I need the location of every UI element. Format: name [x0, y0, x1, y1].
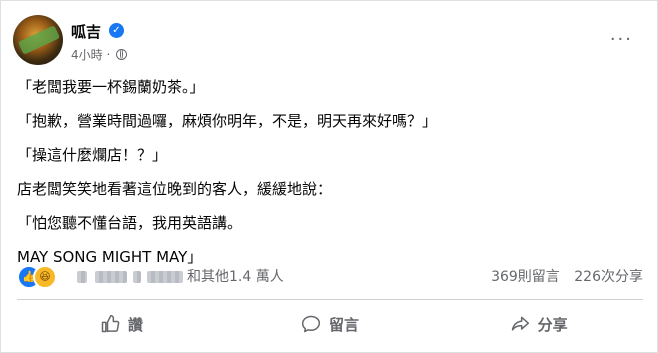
- divider: [17, 299, 643, 300]
- like-label: 讚: [127, 315, 143, 334]
- post-line: 「抱歉，營業時間過囉，麻煩你明年，不是，明天再來好嗎？」: [17, 112, 438, 130]
- post-body: 「老闆我要一杯錫蘭奶茶。」 「抱歉，營業時間過囉，麻煩你明年，不是，明天再來好嗎…: [17, 77, 637, 281]
- verified-badge-icon: ✓: [109, 23, 124, 38]
- comment-button[interactable]: 留言: [226, 305, 435, 343]
- avatar-decoration: [17, 25, 61, 55]
- action-bar: 讚 留言 分享: [17, 305, 643, 343]
- comment-icon: [301, 315, 321, 333]
- author-name[interactable]: 呱吉: [71, 21, 101, 42]
- blurred-reactor: [95, 271, 127, 283]
- post-meta: 4小時 ·: [71, 46, 128, 63]
- share-label: 分享: [537, 315, 568, 334]
- post-time[interactable]: 4小時: [71, 48, 103, 62]
- blurred-reactor: [133, 271, 141, 283]
- blurred-reactor: [77, 271, 87, 283]
- share-button[interactable]: 分享: [434, 305, 643, 343]
- comment-label: 留言: [329, 315, 360, 334]
- like-button[interactable]: 讚: [17, 305, 226, 343]
- reactions-bar: 👍 😆 和其他1.4 萬人 369則留言 226次分享: [17, 265, 643, 289]
- post-line: 「操這什麼爛店！？」: [17, 146, 168, 164]
- haha-reaction-icon[interactable]: 😆: [33, 265, 57, 289]
- comment-count[interactable]: 369則留言: [491, 269, 560, 285]
- post-line: MAY SONG MIGHT MAY」: [17, 248, 203, 266]
- engagement-counts: 369則留言 226次分享: [481, 266, 643, 286]
- post-card: 呱吉 ✓ 4小時 · ··· 「老闆我要一杯錫蘭奶茶。」 「抱歉，營業時間過囉，…: [0, 0, 658, 353]
- post-header: 呱吉 ✓ 4小時 · ···: [13, 15, 643, 67]
- thumbs-up-icon: [101, 314, 120, 333]
- share-icon: [511, 316, 529, 331]
- post-line: 「怕您聽不懂台語，我用英語講。: [17, 214, 243, 232]
- blurred-reactor: [147, 271, 183, 283]
- globe-icon: [116, 49, 128, 60]
- meta-separator: ·: [106, 47, 111, 62]
- more-options-button[interactable]: ···: [610, 29, 633, 50]
- post-line: 店老闆笑笑地看著這位晚到的客人，緩緩地說：: [17, 180, 333, 198]
- avatar[interactable]: [13, 15, 63, 65]
- share-count[interactable]: 226次分享: [574, 269, 643, 285]
- reactors-summary[interactable]: 和其他1.4 萬人: [187, 266, 284, 286]
- post-line: 「老闆我要一杯錫蘭奶茶。」: [17, 78, 205, 96]
